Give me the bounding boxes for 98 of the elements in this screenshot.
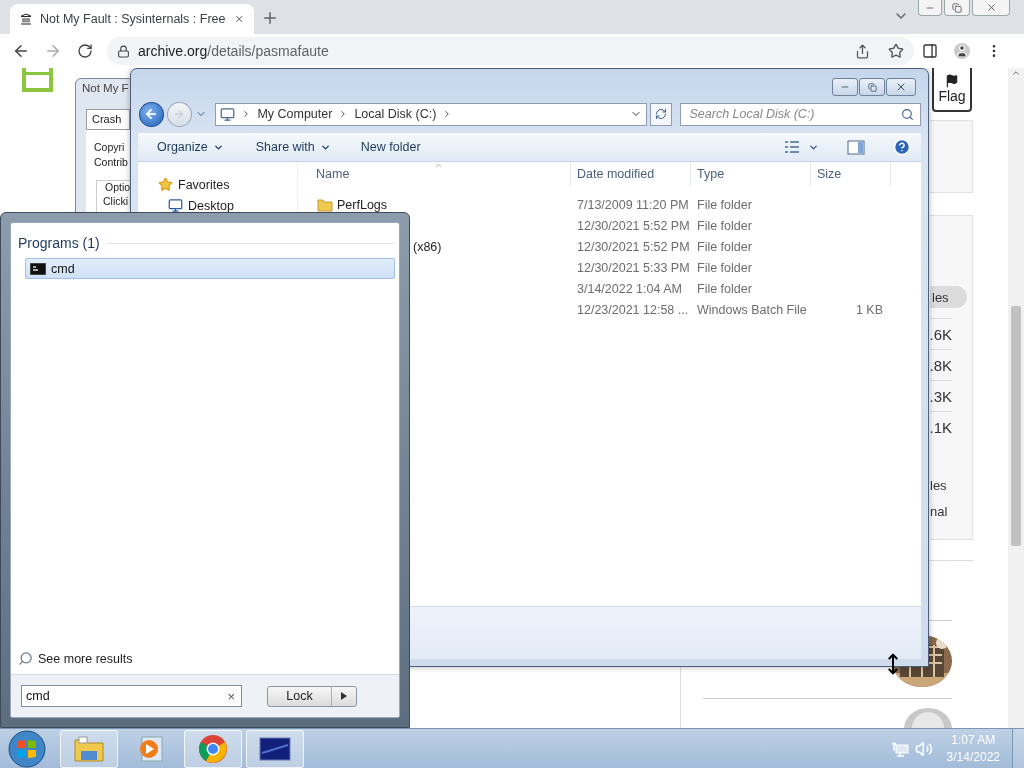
flag-icon <box>945 74 959 88</box>
stat-value: .8K <box>930 349 952 380</box>
date-cell-text: 12/23/2021 12:58 ... <box>576 302 690 317</box>
toolbar-button[interactable]: Share with <box>248 136 338 158</box>
flag-button[interactable]: Flag <box>932 68 972 112</box>
arrow-icon <box>341 692 347 700</box>
dialog-tab[interactable]: Crash <box>86 109 130 129</box>
address-bar[interactable]: archive.org/details/pasmafaute <box>107 37 914 65</box>
date-cell-text: 12/30/2021 5:52 PM <box>576 239 691 254</box>
clear-button[interactable]: × <box>227 688 235 704</box>
restore-icon <box>867 82 877 92</box>
maximize-button[interactable] <box>859 78 885 96</box>
show-desktop-button[interactable] <box>1012 729 1024 768</box>
date-cell-text: 12/30/2021 5:33 PM <box>576 260 691 275</box>
desktop-icon <box>168 198 183 213</box>
breadcrumb-item[interactable]: My Computer <box>257 107 333 121</box>
close-button[interactable] <box>886 78 916 96</box>
sort-icon <box>434 161 443 170</box>
refresh-button[interactable] <box>649 102 673 126</box>
nav-item[interactable]: Favorites <box>138 174 297 195</box>
window-title: Not My F <box>82 82 130 96</box>
taskbar-button[interactable] <box>246 729 304 768</box>
date-cell-text: 7/13/2009 11:20 PM <box>576 197 690 212</box>
search-field[interactable]: Search Local Disk (C:) <box>680 102 921 126</box>
minimize-button[interactable] <box>918 0 942 16</box>
windows-logo-icon <box>6 729 48 768</box>
chrome-icon <box>198 733 228 764</box>
lock-icon <box>117 44 130 58</box>
nav-item[interactable]: Desktop <box>138 195 297 216</box>
plus-icon <box>261 9 279 27</box>
computer-icon <box>220 106 236 122</box>
close-icon <box>985 2 997 13</box>
section-heading: Programs (1) <box>18 235 100 251</box>
document-icon <box>22 68 53 92</box>
date-cell-text: 3/14/2022 1:04 AM <box>576 281 683 296</box>
folder-icon <box>73 734 105 763</box>
restore-button[interactable] <box>944 0 970 16</box>
column-header[interactable]: Date modified <box>571 162 691 186</box>
back-button[interactable] <box>139 101 164 127</box>
breadcrumb-item[interactable]: Local Disk (C:) <box>354 107 437 121</box>
terminal-icon <box>30 262 46 275</box>
star-icon <box>158 177 173 192</box>
see-more-link[interactable]: See more results <box>18 651 395 666</box>
column-header[interactable]: Type <box>691 162 811 186</box>
type-cell-text: File folder <box>696 239 753 254</box>
stat-value: .6K <box>930 318 952 349</box>
refresh-icon <box>655 108 668 120</box>
tag-pill[interactable]: les <box>930 286 967 308</box>
forward-arrow-icon <box>44 42 62 60</box>
url-text: archive.org/details/pasmafaute <box>138 43 329 59</box>
preview-pane-icon[interactable] <box>847 139 865 155</box>
toolbar-button[interactable]: New folder <box>353 136 428 158</box>
dialog-text: Contrib <box>94 155 129 170</box>
search-result[interactable]: cmd <box>25 258 395 279</box>
search-icon <box>901 107 914 121</box>
share-icon[interactable] <box>855 43 870 59</box>
side-panel-icon <box>922 43 938 59</box>
minimize-button[interactable] <box>832 78 858 96</box>
bookmark-icon[interactable] <box>888 43 904 59</box>
start-button[interactable] <box>5 729 49 768</box>
restore-icon <box>952 2 962 13</box>
help-icon[interactable] <box>893 138 911 156</box>
link-text[interactable]: les <box>930 472 972 498</box>
forward-arrow-icon <box>173 108 186 120</box>
scrollbar[interactable] <box>1008 68 1024 728</box>
network-icon[interactable] <box>890 740 909 757</box>
tab-title: Not My Fault : Sysinternals : Free <box>40 12 226 26</box>
column-header[interactable]: Name <box>306 162 571 186</box>
type-cell-text: File folder <box>696 218 753 233</box>
column-header[interactable]: Size <box>811 162 891 186</box>
search-icon <box>18 651 33 666</box>
file-name[interactable]: PerfLogs <box>306 197 571 212</box>
type-cell-text: File folder <box>696 281 753 296</box>
window-icon <box>259 736 291 761</box>
search-field[interactable]: cmd × <box>21 685 242 707</box>
type-cell-text: File folder <box>696 260 753 275</box>
browser-tab[interactable]: Not My Fault : Sysinternals : Free <box>10 4 254 34</box>
view-list-icon[interactable] <box>784 140 800 154</box>
address-field[interactable]: My Computer Local Disk (C:) <box>215 102 647 126</box>
stat-value: .3K <box>930 380 952 411</box>
media-player-icon <box>138 734 164 763</box>
type-cell-text: Windows Batch File <box>696 302 808 317</box>
stat-value: .1K <box>930 411 952 442</box>
size-cell-text: 1 KB <box>854 302 884 317</box>
toolbar-button[interactable]: Organize <box>150 136 231 158</box>
link-text[interactable]: nal <box>930 498 972 524</box>
reload-icon <box>77 43 93 59</box>
scrollbar-thumb[interactable] <box>1011 306 1021 546</box>
dialog-text: Copyri <box>94 140 126 155</box>
back-arrow-icon <box>144 107 159 121</box>
group-label: Optio <box>103 181 133 194</box>
person-icon <box>954 43 970 59</box>
volume-icon[interactable] <box>914 739 933 758</box>
date-cell-text: 12/30/2021 5:52 PM <box>576 218 691 233</box>
columns-icon <box>20 11 32 27</box>
type-cell-text: File folder <box>696 197 753 212</box>
close-icon <box>895 81 907 93</box>
dialog-text: Clicki <box>103 195 130 207</box>
